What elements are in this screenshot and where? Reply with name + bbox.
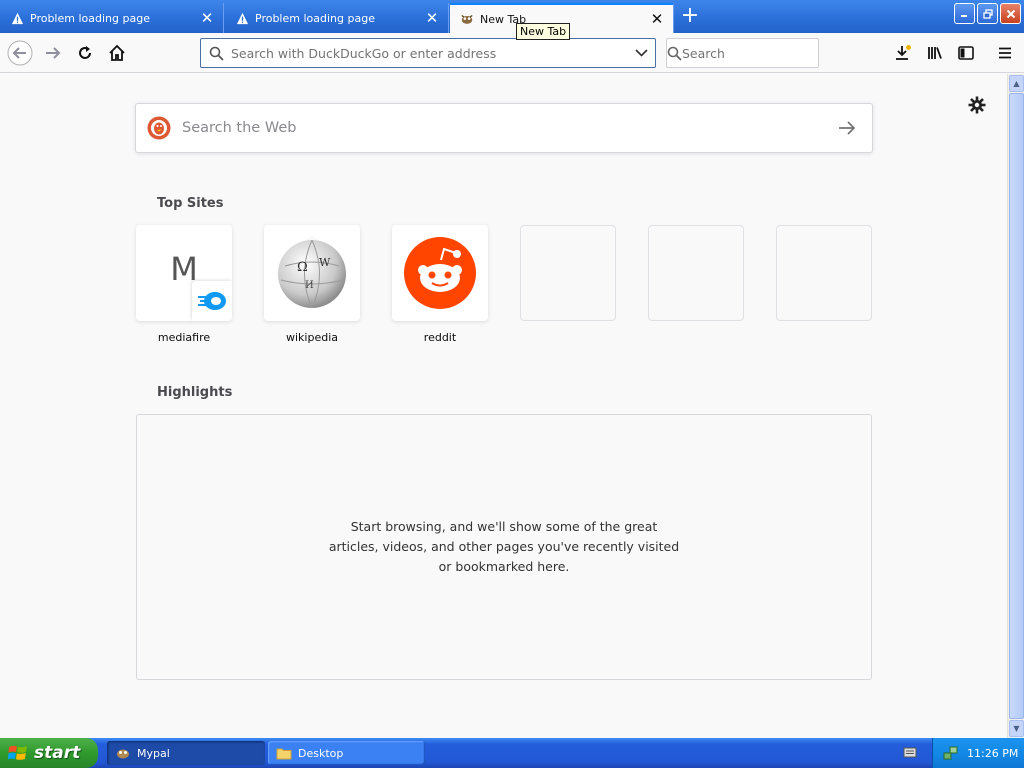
top-site-mediafire[interactable]: M mediafire [136,225,232,344]
search-bar[interactable] [666,38,838,68]
highlights-title: Highlights [157,385,233,400]
windows-taskbar: start Mypal Desktop 11:26 PM [0,738,1024,768]
customize-button[interactable] [966,94,988,116]
search-icon [667,46,682,61]
gear-icon [968,96,986,114]
search-input[interactable] [682,39,838,67]
close-icon[interactable]: ✕ [424,9,440,27]
top-site-placeholder [776,225,872,321]
reload-icon [79,46,91,59]
tab-problem-loading-1[interactable]: Problem loading page ✕ [0,3,224,33]
tab-problem-loading-2[interactable]: Problem loading page ✕ [225,3,449,33]
close-icon [1006,9,1015,18]
address-input[interactable] [231,39,627,67]
scroll-up-arrow-icon[interactable]: ▲ [1009,75,1024,92]
highlights-empty-message: Start browsing, and we'll show some of t… [328,519,680,574]
new-tab-button[interactable]: + [678,5,702,29]
restore-button[interactable] [977,3,998,24]
close-window-button[interactable] [1000,3,1021,24]
vertical-scrollbar[interactable]: ▲ ▼ [1007,74,1024,738]
forward-button[interactable] [39,39,67,67]
site-tile[interactable]: Ω W И [264,225,360,321]
taskbar-item-label: Mypal [137,746,170,760]
close-icon[interactable]: ✕ [649,10,665,28]
highlights-empty-state: Start browsing, and we'll show some of t… [136,414,872,680]
svg-text:И: И [305,280,314,291]
wikipedia-globe-icon: Ω W И [278,236,346,309]
arrow-right-icon [839,121,856,135]
tab-title: Problem loading page [255,11,375,25]
forward-arrow-icon [46,47,61,59]
url-bar[interactable] [200,38,656,68]
reload-button[interactable] [71,39,99,67]
site-label: reddit [423,331,457,344]
home-button[interactable] [103,39,131,67]
downloads-button[interactable] [889,39,917,67]
tab-title: Problem loading page [30,11,150,25]
network-icon[interactable] [943,745,959,761]
top-site-placeholder [648,225,744,321]
warning-icon [235,11,249,25]
web-search-box[interactable] [135,103,873,153]
web-search-input[interactable] [182,120,822,136]
nav-bar [0,33,1024,73]
empty-tile [520,225,616,321]
scrollbar-thumb[interactable] [1009,93,1024,719]
search-icon [201,46,231,61]
home-icon [109,44,125,61]
back-button[interactable] [6,39,34,67]
duckduckgo-logo-icon [136,116,182,140]
sidebar-icon [958,46,974,60]
keyboard-icon[interactable] [903,746,917,762]
svg-text:Ω: Ω [297,260,308,275]
top-site-wikipedia[interactable]: Ω W И wikipedia [264,225,360,344]
taskbar-item-desktop[interactable]: Desktop [268,741,425,765]
reddit-logo-icon [404,237,476,309]
clock[interactable]: 11:26 PM [967,747,1018,760]
empty-tile [776,225,872,321]
windows-logo-icon [8,745,27,760]
warning-icon [10,11,24,25]
menu-button[interactable] [991,39,1019,67]
download-icon [896,45,911,60]
site-label: mediafire [157,331,211,344]
mypal-icon [117,749,129,759]
back-arrow-icon [7,40,33,66]
folder-icon [276,748,292,759]
restore-icon [982,8,993,19]
start-button[interactable]: start [0,738,98,768]
start-label: start [34,743,81,763]
hamburger-menu-icon [999,47,1011,59]
minimize-button[interactable] [954,3,975,24]
library-icon [928,47,942,59]
search-submit-button[interactable] [822,120,872,136]
sidebar-button[interactable] [952,39,980,67]
minimize-icon [961,15,967,17]
new-tab-page: Top Sites M mediafire Ω W И wikipedia [0,74,1007,738]
window-controls [954,3,1021,24]
taskbar-item-mypal[interactable]: Mypal [107,741,265,765]
taskbar-item-label: Desktop [298,746,344,760]
top-site-reddit[interactable]: reddit [392,225,488,344]
site-label: wikipedia [285,331,338,344]
svg-text:W: W [319,256,331,269]
system-tray: 11:26 PM [932,738,1024,768]
close-icon[interactable]: ✕ [199,9,215,27]
mediafire-icon [192,281,232,321]
chevron-down-icon[interactable] [627,49,655,57]
mypal-icon [460,12,474,26]
site-tile[interactable] [392,225,488,321]
site-tile[interactable]: M [136,225,232,321]
top-sites-title: Top Sites [157,196,224,211]
tab-strip: Problem loading page ✕ Problem loading p… [0,0,1024,33]
scroll-down-arrow-icon[interactable]: ▼ [1009,720,1024,737]
library-button[interactable] [921,39,949,67]
top-site-placeholder [520,225,616,321]
tab-tooltip: New Tab [516,23,571,40]
empty-tile [648,225,744,321]
